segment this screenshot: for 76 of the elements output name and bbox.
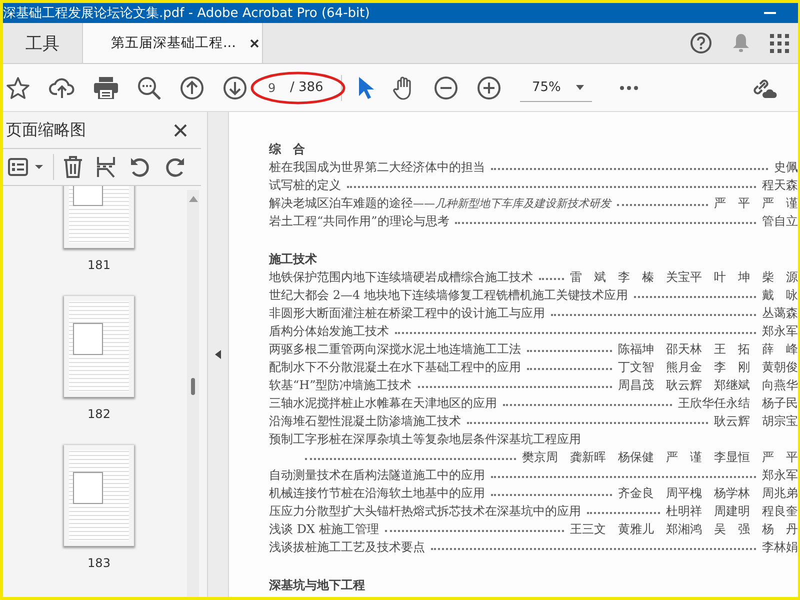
entry-authors: 管自立 (762, 212, 798, 230)
document-tab[interactable]: 第五届深基础工程... (83, 23, 263, 63)
entry-authors: 郑永军 (762, 466, 798, 484)
entry-authors: 齐金良 周平槐 杨学林 周兆弟 (618, 484, 798, 502)
entry-title: 软基“H”型防冲墙施工技术 (269, 376, 412, 394)
entry-title: 盾构分体始发施工技术 (269, 322, 389, 340)
section-heading: 施工技术 (269, 251, 318, 268)
entry-title: 预制工字形桩在深厚杂填土等复杂地层条件深基坑工程应用 (269, 430, 581, 448)
caret-icon (576, 84, 584, 90)
entry-authors: 戴 咏 (762, 286, 798, 304)
entry-title: 压应力分散型扩大头锚杆热熔式拆芯技术在深基坑中的应用 (269, 502, 581, 520)
extract-pages-icon[interactable] (96, 156, 116, 178)
entry-title: 自动测量技术在盾构法隧道施工中的应用 (269, 466, 485, 484)
entry-title: 地铁保护范围内地下连续墙硬岩成槽综合施工技术 (269, 268, 533, 286)
entry-title: 机械连接竹节桩在沿海软土地基中的应用 (269, 484, 485, 502)
entry-authors: 耿云辉 胡宗宝 (714, 412, 798, 430)
page-label: 182 (88, 407, 110, 421)
scrollbar[interactable] (187, 190, 199, 597)
entry-title: 浅谈 DX 桩施工管理 (269, 520, 379, 538)
entry-authors: 王欣华任永结 杨子民 (678, 394, 798, 412)
entry-title: 世纪大都会 2—4 地块地下连续墙修复工程铣槽机施工关键技术应用 (269, 286, 628, 304)
entry-authors: 丛蔼森 (762, 304, 798, 322)
entry-authors: 王三文 黄雅儿 郑湘鸿 吴 强 杨 丹 (570, 520, 798, 538)
entry-title: 试写桩的定义 (269, 176, 341, 194)
section-heading: 深基坑与地下工程 (269, 577, 366, 594)
rotate-left-icon[interactable] (129, 156, 151, 178)
zoom-dropdown[interactable]: 75% (520, 74, 592, 102)
entry-authors: 郑永军 (762, 322, 798, 340)
entry-authors: 樊京周 龚新晖 杨保健 严 谨 李显恒 严 平 (522, 448, 798, 466)
panel-title: 页面缩略图 (6, 120, 86, 140)
plus-circle-icon[interactable] (477, 76, 501, 100)
page-count: / 386 (290, 80, 324, 95)
close-icon[interactable] (250, 38, 259, 48)
trash-icon[interactable] (63, 156, 83, 178)
entry-title: 解决老城区泊车难题的途径 (269, 194, 413, 212)
page-label: 183 (88, 556, 110, 570)
arrow-down-circle-icon[interactable] (223, 76, 247, 100)
entry-authors: 杜明祥 周建明 程良奎 (666, 502, 798, 520)
tab-label: 第五届深基础工程... (111, 34, 236, 52)
page-number: 9 (268, 80, 277, 94)
star-icon[interactable] (6, 76, 30, 100)
scroll-thumb[interactable] (191, 378, 195, 395)
collapse-arrow-icon[interactable] (215, 350, 221, 359)
entry-authors: 丁文智 熊月金 李 刚 黄朝俊 (618, 358, 798, 376)
entry-title: 三轴水泥搅拌桩止水帷幕在天津地区的应用 (269, 394, 497, 412)
entry-title: 配制水下不分散混凝土在水下基础工程中的应用 (269, 358, 521, 376)
entry-authors: 史佩 (774, 158, 798, 176)
entry-authors: 周昌茂 耿云辉 郑继斌 向燕华 (618, 376, 798, 394)
entry-title: 非圆形大断面灌注桩在桥梁工程中的设计施工与应用 (269, 304, 545, 322)
print-icon[interactable] (94, 76, 118, 98)
entry-authors: 程天森 (762, 176, 798, 194)
apps-grid-icon[interactable] (770, 34, 789, 52)
entry-authors: 陈福坤 邵天林 王 拓 薛 峰 (618, 340, 798, 358)
entry-authors: 严 平 严 谨 (714, 194, 798, 212)
cloud-upload-icon[interactable] (49, 76, 75, 100)
minus-circle-icon[interactable] (434, 76, 458, 100)
cursor-arrow-icon[interactable] (358, 76, 374, 100)
entry-title: 两驱多根二重管两向深搅水泥土地连墙施工工法 (269, 340, 521, 358)
entry-title: 沿海堆石塑性混凝土防渗墙施工技术 (269, 412, 461, 430)
window-title: 深基础工程发展论坛论文集.pdf - Adobe Acrobat Pro (64-bit) (3, 5, 370, 22)
entry-title: 桩在我国成为世界第二大经济体中的担当 (269, 158, 485, 176)
entry-authors: 雷 斌 李 榛 关宝平 叶 坤 柴 源 (570, 268, 798, 286)
entry-title: 浅谈拔桩施工工艺及技术要点 (269, 538, 425, 556)
options-icon[interactable] (8, 158, 44, 176)
entry-title: 岩土工程“共同作用”的理论与思考 (269, 212, 450, 230)
page-label: 181 (88, 258, 110, 272)
arrow-up-circle-icon[interactable] (180, 76, 204, 100)
section-heading: 综 合 (269, 141, 306, 158)
more-icon[interactable] (620, 86, 638, 90)
leader-dots (539, 278, 564, 280)
rotate-right-icon[interactable] (164, 156, 186, 178)
entry-subtitle: ——几种新型地下车库及建设新技术研发 (413, 196, 611, 210)
zoom-value: 75% (532, 80, 561, 94)
help-icon[interactable] (690, 32, 712, 54)
close-icon[interactable] (174, 124, 187, 136)
entry-authors: 李林娟 (762, 538, 798, 556)
